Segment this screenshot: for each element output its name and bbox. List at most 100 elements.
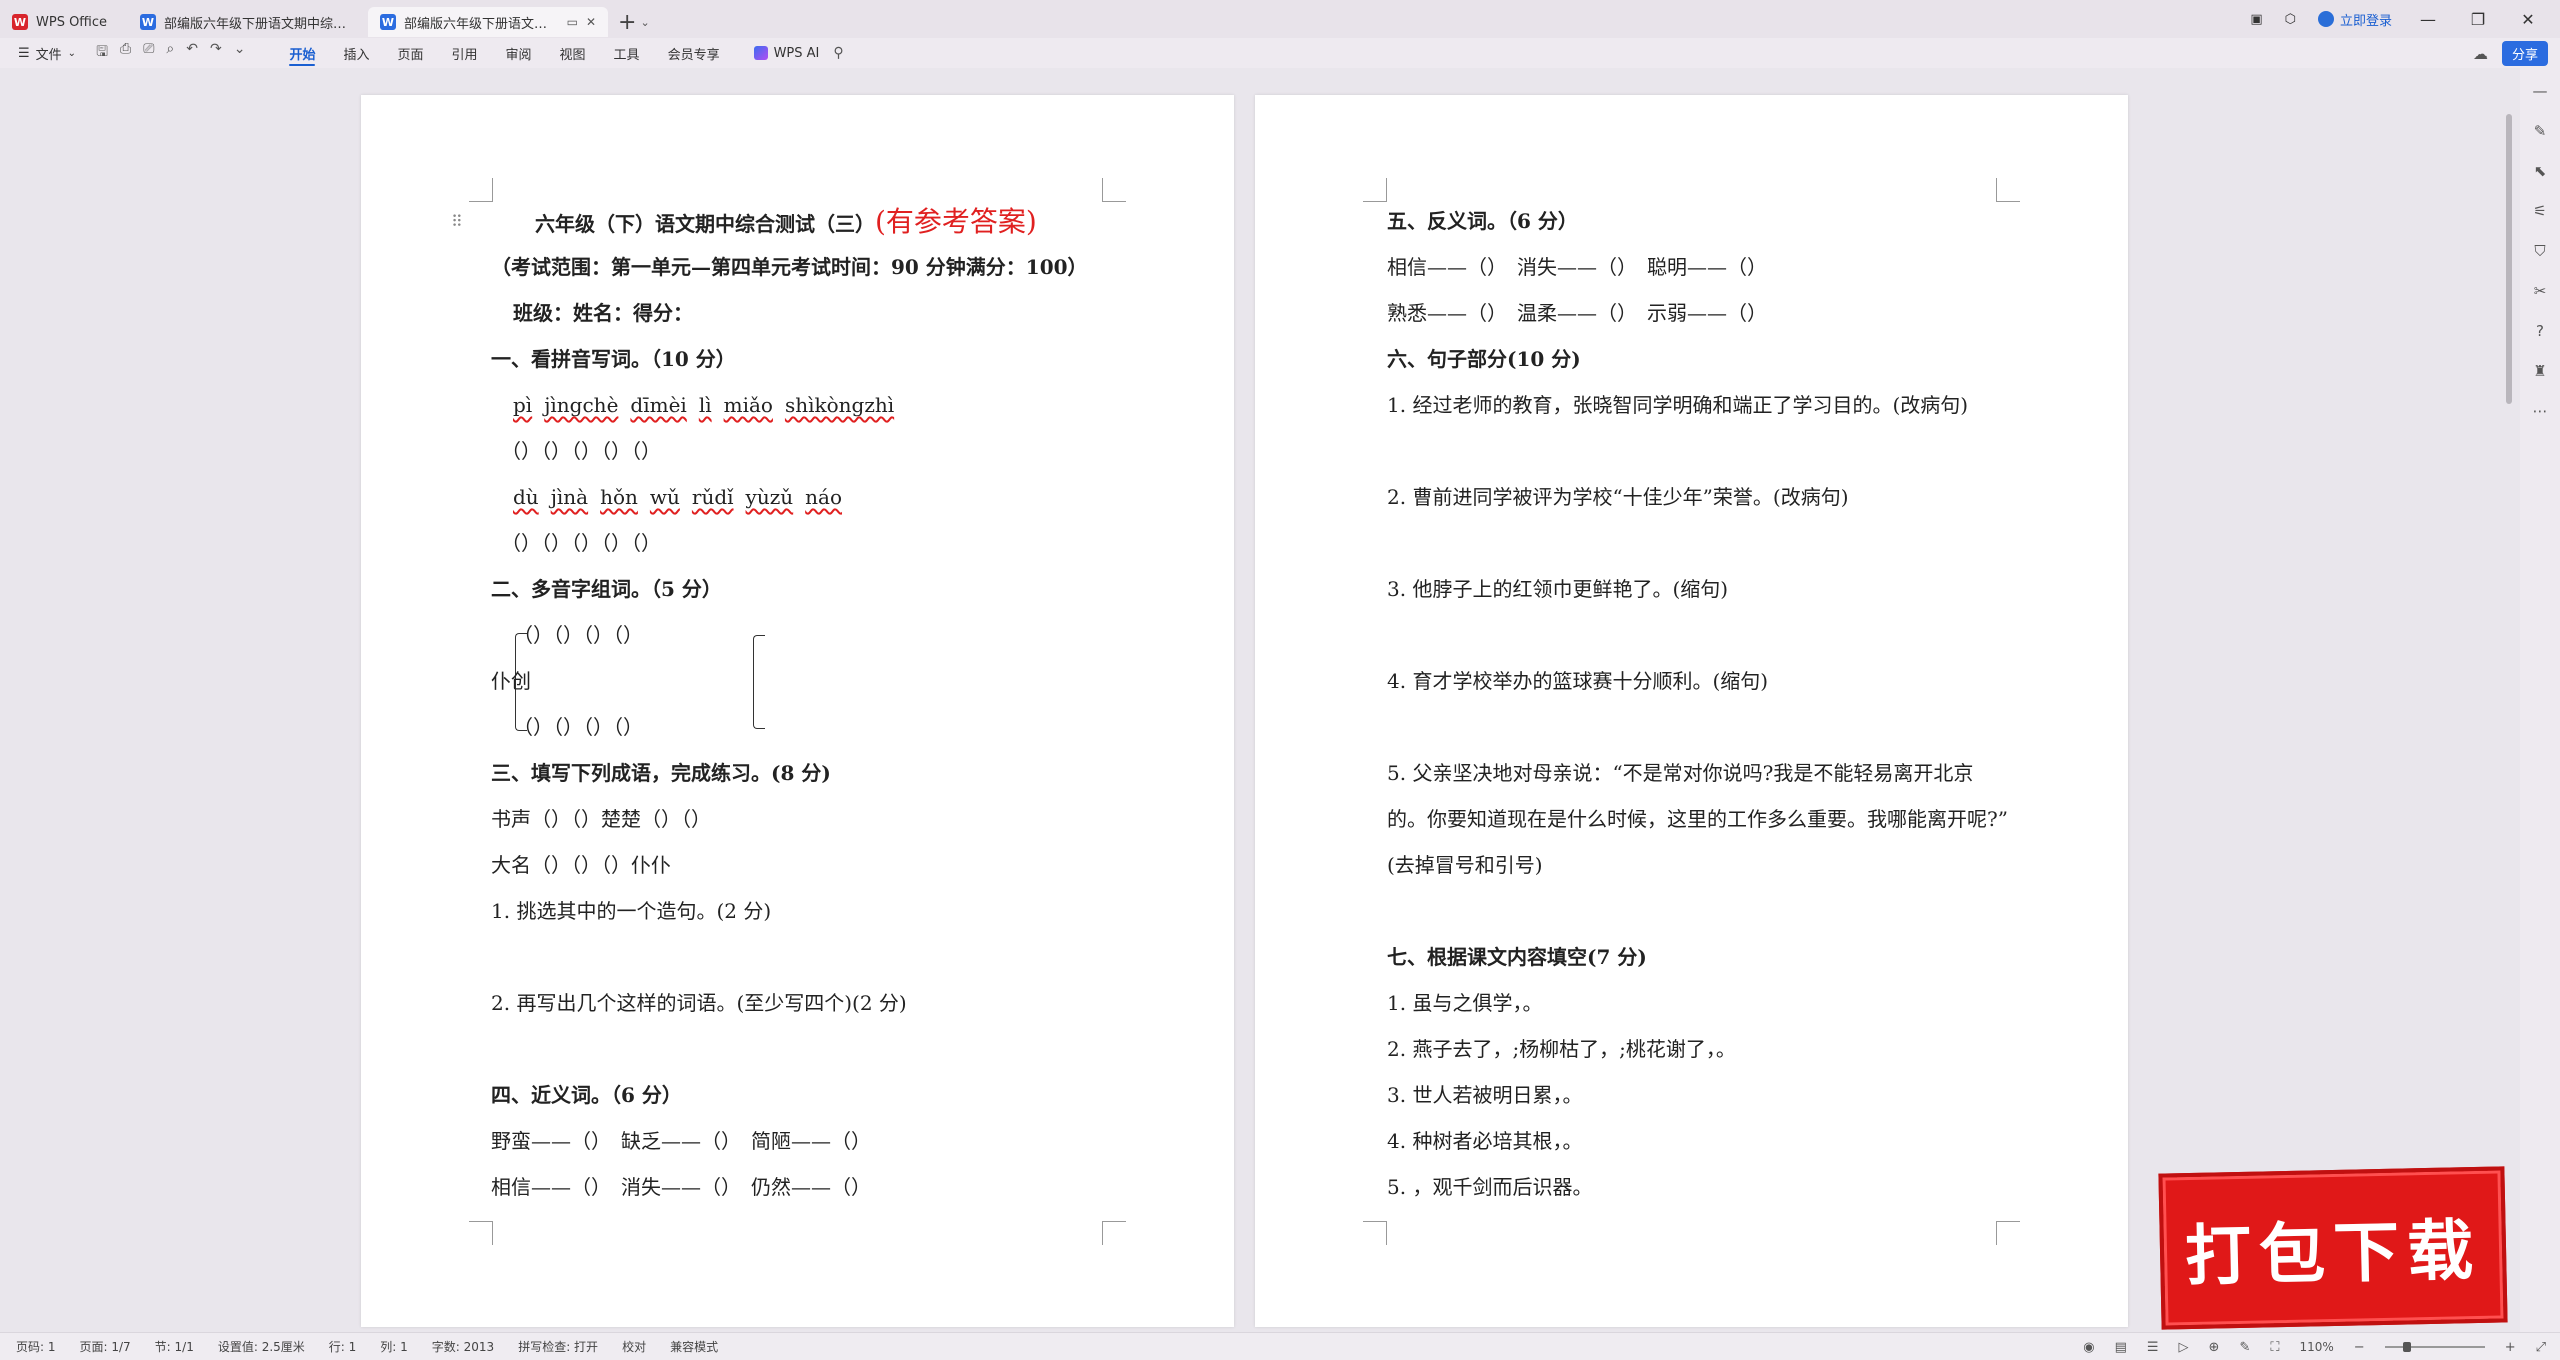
drag-handle-icon[interactable]: ⠿ bbox=[451, 212, 463, 231]
zoom-level[interactable]: 110% bbox=[2299, 1340, 2333, 1354]
page-view-icon[interactable]: ▤ bbox=[2115, 1340, 2127, 1355]
pinyin: yùzǔ bbox=[745, 485, 794, 509]
word-doc-icon: W bbox=[140, 14, 156, 30]
status-proofread[interactable]: 校对 bbox=[622, 1338, 646, 1355]
monitor-icon[interactable]: ▭ bbox=[567, 15, 578, 29]
scroll-thumb[interactable] bbox=[2506, 114, 2512, 404]
tab-home[interactable]: 开始 bbox=[275, 38, 329, 68]
shield-icon[interactable]: ⛉ bbox=[2534, 242, 2545, 260]
doc-title-text: 六年级（下）语文期中综合测试（三） bbox=[535, 212, 875, 236]
pen-icon[interactable]: ✎ bbox=[2239, 1340, 2250, 1355]
cloud-sync-icon[interactable]: ☁ bbox=[2473, 45, 2488, 63]
redo-icon[interactable]: ↷ bbox=[210, 41, 222, 65]
sentence-item: 5. 父亲坚决地对母亲说：“不是常对你说吗?我是不能轻易离开北京 bbox=[1387, 761, 1974, 785]
tab-member[interactable]: 会员专享 bbox=[654, 38, 734, 68]
login-button[interactable]: 立即登录 bbox=[2317, 10, 2392, 29]
minimize-icon[interactable]: — bbox=[2414, 10, 2442, 29]
select-icon[interactable]: ⬉ bbox=[2534, 162, 2547, 180]
wps-ai-button[interactable]: WPS AI bbox=[753, 46, 819, 61]
status-page[interactable]: 页码: 1 bbox=[16, 1338, 56, 1355]
status-wordcount[interactable]: 字数: 2013 bbox=[432, 1338, 494, 1355]
synonym-row: 相信——（） 消失——（） 仍然——（） bbox=[491, 1175, 871, 1199]
section-heading: 四、近义词。（6 分） bbox=[491, 1083, 682, 1107]
more-icon[interactable]: ⋯ bbox=[2533, 402, 2548, 420]
antonym-row: 相信——（） 消失——（） 聪明——（） bbox=[1387, 255, 1767, 279]
chevron-down-icon: ⌄ bbox=[67, 47, 77, 59]
print-icon[interactable]: ⎚ bbox=[143, 41, 154, 65]
vertical-scrollbar[interactable] bbox=[2506, 100, 2512, 1320]
zoom-out-icon[interactable]: − bbox=[2354, 1340, 2365, 1355]
status-section[interactable]: 节: 1/1 bbox=[155, 1338, 194, 1355]
pinyin: dù bbox=[513, 485, 539, 509]
section-heading: 五、反义词。（6 分） bbox=[1387, 209, 1578, 233]
play-icon[interactable]: ▷ bbox=[2179, 1340, 2189, 1355]
status-setting[interactable]: 设置值: 2.5厘米 bbox=[218, 1338, 305, 1355]
synonym-row: 野蛮——（） 缺乏——（） 简陋——（） bbox=[491, 1129, 871, 1153]
undo-icon[interactable]: ↶ bbox=[186, 41, 198, 65]
window-layout-icon[interactable]: ▣ bbox=[2250, 12, 2262, 27]
shirt-icon[interactable]: ♜ bbox=[2533, 362, 2546, 380]
pinyin: wǔ bbox=[649, 485, 680, 509]
question: 2. 再写出几个这样的词语。(至少写四个)(2 分) bbox=[491, 991, 907, 1015]
tab-label: 部编版六年级下册语文期中综合测试 bbox=[404, 16, 559, 32]
pinyin: miǎo bbox=[723, 393, 773, 417]
pen-icon[interactable]: ✎ bbox=[2534, 122, 2547, 140]
status-pages[interactable]: 页面: 1/7 bbox=[80, 1338, 131, 1355]
help-icon[interactable]: ? bbox=[2536, 322, 2544, 340]
tab-tools[interactable]: 工具 bbox=[600, 38, 654, 68]
download-banner[interactable]: 打包下载 bbox=[2158, 1166, 2508, 1330]
tab-references[interactable]: 引用 bbox=[438, 38, 492, 68]
status-row: 行: 1 bbox=[328, 1340, 357, 1354]
pinyin: hǒn bbox=[600, 485, 638, 509]
close-icon[interactable]: ✕ bbox=[586, 15, 596, 29]
crop-mark bbox=[1102, 178, 1126, 202]
page-1[interactable]: ⠿ 六年级（下）语文期中综合测试（三）(有参考答案) （考试范围：第一单元—第四… bbox=[361, 95, 1234, 1327]
idiom-row: 大名（）（）（）仆仆 bbox=[491, 853, 671, 877]
collapse-icon[interactable]: — bbox=[2533, 82, 2548, 100]
share-button[interactable]: 分享 bbox=[2501, 41, 2548, 66]
zoom-in-icon[interactable]: + bbox=[2505, 1340, 2516, 1355]
document-workspace[interactable]: ⠿ 六年级（下）语文期中综合测试（三）(有参考答案) （考试范围：第一单元—第四… bbox=[0, 68, 2560, 1332]
file-menu-button[interactable]: ☰ 文件 ⌄ bbox=[18, 44, 76, 63]
export-icon[interactable]: ⎙ bbox=[120, 41, 131, 65]
sentence-item: 3. 他脖子上的红领巾更鲜艳了。(缩句) bbox=[1387, 577, 1729, 601]
fit-icon[interactable]: ⛶ bbox=[2270, 1340, 2279, 1355]
wrench-icon[interactable]: ✂ bbox=[2534, 282, 2547, 300]
sentence-item-cont: 的。你要知道现在是什么时候，这里的工作多么重要。我哪能离开呢?” bbox=[1387, 807, 2008, 831]
web-view-icon[interactable]: ⊕ bbox=[2209, 1340, 2220, 1355]
polyphone-top: （）（）（）（） bbox=[513, 623, 643, 647]
page-2[interactable]: 五、反义词。（6 分） 相信——（） 消失——（） 聪明——（） 熟悉——（） … bbox=[1255, 95, 2128, 1327]
pinyin: pì bbox=[513, 393, 533, 417]
pinyin-row-2: dù jìnà hǒn wǔ rǔdǐ yùzǔ náo bbox=[513, 485, 854, 509]
cube-icon[interactable]: ⬡ bbox=[2285, 12, 2296, 27]
fullscreen-icon[interactable]: ⤢ bbox=[2536, 1340, 2546, 1355]
tab-wps-home[interactable]: W WPS Office bbox=[0, 7, 128, 37]
section-heading: 二、多音字组词。（5 分） bbox=[491, 577, 722, 601]
search-icon[interactable]: ⚲ bbox=[833, 45, 843, 61]
sliders-icon[interactable]: ⚟ bbox=[2533, 202, 2546, 220]
zoom-slider-knob[interactable] bbox=[2403, 1342, 2412, 1352]
crop-mark bbox=[469, 178, 493, 202]
outline-view-icon[interactable]: ☰ bbox=[2147, 1340, 2159, 1355]
save-icon[interactable]: 🖫 bbox=[96, 41, 108, 65]
ai-icon bbox=[753, 46, 768, 60]
tab-page[interactable]: 页面 bbox=[383, 38, 437, 68]
quick-access-toolbar: 🖫 ⎙ ⎚ ⌕ ↶ ↷ ⌄ bbox=[96, 41, 245, 65]
close-window-icon[interactable]: ✕ bbox=[2514, 10, 2542, 29]
restore-icon[interactable]: ❐ bbox=[2464, 10, 2492, 29]
zoom-slider[interactable] bbox=[2384, 1342, 2485, 1352]
tab-document-2[interactable]: W 部编版六年级下册语文期中综合测试 ▭ ✕ bbox=[368, 7, 608, 37]
status-spellcheck[interactable]: 拼写检查: 打开 bbox=[518, 1338, 598, 1355]
chevron-down-icon[interactable]: ⌄ bbox=[234, 41, 246, 65]
chevron-down-icon[interactable]: ⌄ bbox=[640, 16, 649, 29]
eye-icon[interactable]: ◉ bbox=[2083, 1340, 2094, 1355]
new-tab-icon[interactable]: + bbox=[618, 10, 636, 35]
tab-document-1[interactable]: W 部编版六年级下册语文期中综合测试 bbox=[128, 7, 368, 37]
print-preview-icon[interactable]: ⌕ bbox=[166, 41, 174, 65]
brace-right bbox=[753, 635, 765, 729]
tab-review[interactable]: 审阅 bbox=[492, 38, 546, 68]
tab-insert[interactable]: 插入 bbox=[329, 38, 383, 68]
blank-row: （）（）（）（）（） bbox=[501, 531, 661, 555]
status-compat: 兼容模式 bbox=[670, 1340, 719, 1354]
tab-view[interactable]: 视图 bbox=[546, 38, 600, 68]
